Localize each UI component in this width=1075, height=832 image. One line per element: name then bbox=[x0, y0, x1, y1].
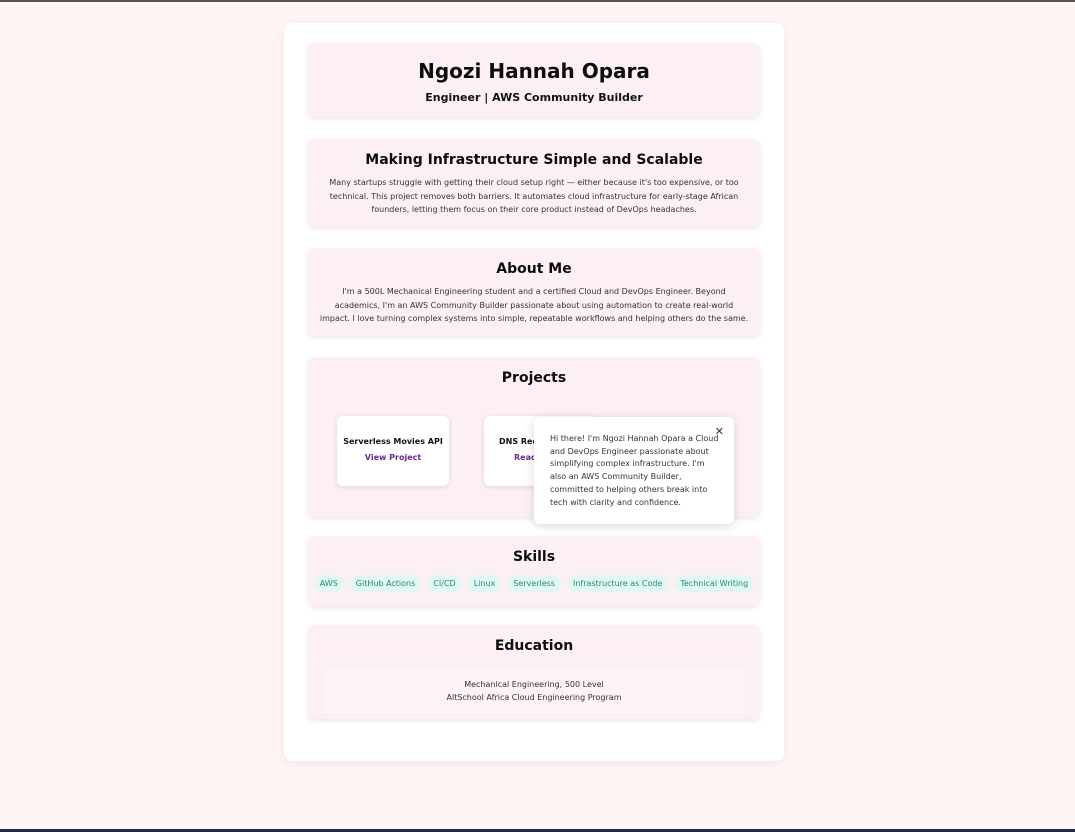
project-title: Serverless Movies API bbox=[343, 437, 443, 446]
skills-list: AWS GitHub Actions CI/CD Linux Serverles… bbox=[308, 575, 760, 592]
about-section: About Me I'm a 500L Mechanical Engineeri… bbox=[308, 248, 760, 336]
skill-tag: Technical Writing bbox=[674, 575, 755, 592]
skill-tag: GitHub Actions bbox=[349, 575, 422, 592]
education-section: Education Mechanical Engineering, 500 Le… bbox=[308, 625, 760, 719]
skill-tag: CI/CD bbox=[427, 575, 462, 592]
window-top-border bbox=[0, 0, 1075, 2]
skill-tag: Infrastructure as Code bbox=[566, 575, 669, 592]
skills-title: Skills bbox=[512, 549, 556, 565]
education-details: Mechanical Engineering, 500 Level AltSch… bbox=[324, 668, 744, 714]
popup-text: Hi there! I'm Ngozi Hannah Opara a Cloud… bbox=[550, 434, 719, 507]
skill-tag: AWS bbox=[313, 575, 344, 592]
projects-title: Projects bbox=[501, 370, 567, 386]
education-program: AltSchool Africa Cloud Engineering Progr… bbox=[446, 693, 622, 702]
skill-tag: Serverless bbox=[507, 575, 561, 592]
mission-title: Making Infrastructure Simple and Scalabl… bbox=[365, 152, 703, 168]
skill-tag: Linux bbox=[467, 575, 502, 592]
education-title: Education bbox=[494, 638, 574, 654]
tagline: Engineer | AWS Community Builder bbox=[425, 91, 643, 104]
mission-section: Making Infrastructure Simple and Scalabl… bbox=[308, 139, 760, 227]
about-title: About Me bbox=[496, 261, 572, 277]
skills-section: Skills AWS GitHub Actions CI/CD Linux Se… bbox=[308, 536, 760, 606]
view-project-link[interactable]: View Project bbox=[337, 453, 449, 462]
portfolio-card: Ngozi Hannah Opara Engineer | AWS Commun… bbox=[284, 23, 784, 761]
header-section: Ngozi Hannah Opara Engineer | AWS Commun… bbox=[308, 43, 760, 117]
education-degree: Mechanical Engineering, 500 Level bbox=[464, 680, 604, 689]
mission-text: Many startups struggle with getting thei… bbox=[329, 178, 739, 214]
intro-popup: ✕ Hi there! I'm Ngozi Hannah Opara a Clo… bbox=[534, 417, 734, 524]
page-title: Ngozi Hannah Opara bbox=[418, 59, 650, 83]
project-card-serverless-movies[interactable]: Serverless Movies API View Project bbox=[337, 416, 449, 486]
about-text: I'm a 500L Mechanical Engineering studen… bbox=[319, 287, 749, 323]
